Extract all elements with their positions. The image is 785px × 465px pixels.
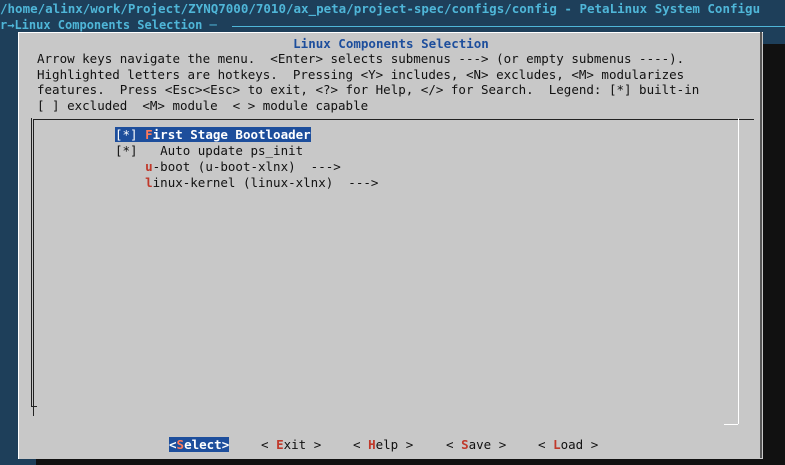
menu-item-hotkey: u [145, 159, 153, 174]
btn-bracket-open: < [538, 437, 554, 452]
btn-bracket-close: > [398, 437, 414, 452]
help-line-3: features. Press <Esc><Esc> to exit, <?> … [37, 82, 700, 97]
btn-label: ave [468, 437, 492, 452]
dialog-title: Linux Components Selection [293, 36, 489, 51]
menu-list-frame-left [31, 118, 32, 407]
dialog-shadow-right [762, 44, 785, 458]
menu-item-label: -boot (u-boot-xlnx) ---> [152, 159, 341, 174]
breadcrumb-rule [232, 26, 785, 27]
btn-hotkey: H [368, 437, 376, 452]
btn-bracket-open: < [353, 437, 369, 452]
menu-item-hotkey: F [145, 127, 153, 142]
save-button[interactable]: < Save > [446, 437, 506, 452]
btn-bracket-close: > [306, 437, 322, 452]
btn-hotkey: E [276, 437, 284, 452]
btn-label: oad [560, 437, 584, 452]
btn-hotkey: S [176, 437, 185, 452]
menu-item-prefix [115, 175, 145, 190]
menu-item-u-boot[interactable]: u-boot (u-boot-xlnx) ---> [115, 159, 341, 174]
btn-bracket-open: < [169, 437, 177, 452]
menu-item-prefix: [*] [115, 143, 161, 158]
btn-label: elect [184, 437, 222, 452]
terminal-window: /home/alinx/work/Project/ZYNQ7000/7010/a… [0, 0, 785, 465]
menu-item-label: inux-kernel (linux-xlnx) ---> [152, 175, 379, 190]
exit-button[interactable]: < Exit > [261, 437, 321, 452]
load-button[interactable]: < Load > [538, 437, 598, 452]
btn-hotkey: L [553, 437, 561, 452]
dialog-shadow-bottom [36, 458, 785, 465]
help-button[interactable]: < Help > [353, 437, 413, 452]
btn-bracket-open: < [261, 437, 277, 452]
help-line-2: Highlighted letters are hotkeys. Pressin… [37, 66, 685, 82]
btn-bracket-open: < [446, 437, 462, 452]
menu-item-prefix [115, 159, 145, 174]
btn-bracket-close: > [491, 437, 507, 452]
menu-item-prefix: [*] [115, 127, 146, 142]
menu-item-first-stage-bootloader[interactable]: [*] First Stage Bootloader [115, 127, 311, 142]
btn-label: xit [283, 437, 307, 452]
breadcrumb: r→Linux Components Selection ─ [0, 18, 217, 32]
btn-bracket-close: > [583, 437, 599, 452]
dialog-right-edge [760, 32, 762, 458]
menu-item-hotkey: l [145, 175, 153, 190]
btn-label: elp [375, 437, 399, 452]
menu-list-frame-tick [724, 424, 738, 425]
menu-item-label: irst Stage Bootloader [152, 127, 311, 142]
select-button[interactable]: <Select> [169, 437, 230, 452]
menu-item-label: Auto update ps_init [160, 143, 304, 158]
window-title: /home/alinx/work/Project/ZYNQ7000/7010/a… [0, 1, 761, 16]
help-text: Arrow keys navigate the menu. <Enter> se… [37, 51, 699, 113]
menu-list-frame-corner [31, 406, 37, 407]
button-bar: <Select> < Exit > < Help > < Save > < Lo… [19, 437, 763, 453]
menu-item-auto-update-ps-init[interactable]: [*] Auto update ps_init [115, 143, 303, 158]
btn-bracket-close: > [221, 437, 230, 452]
menuconfig-dialog: Linux Components Selection Arrow keys na… [18, 32, 763, 459]
help-line-4: [ ] excluded <M> module < > module capab… [37, 97, 369, 113]
menu-item-linux-kernel[interactable]: linux-kernel (linux-xlnx) ---> [115, 175, 378, 190]
help-line-1: Arrow keys navigate the menu. <Enter> se… [37, 51, 685, 66]
menu-list-frame-right [738, 118, 739, 424]
btn-hotkey: S [461, 437, 469, 452]
